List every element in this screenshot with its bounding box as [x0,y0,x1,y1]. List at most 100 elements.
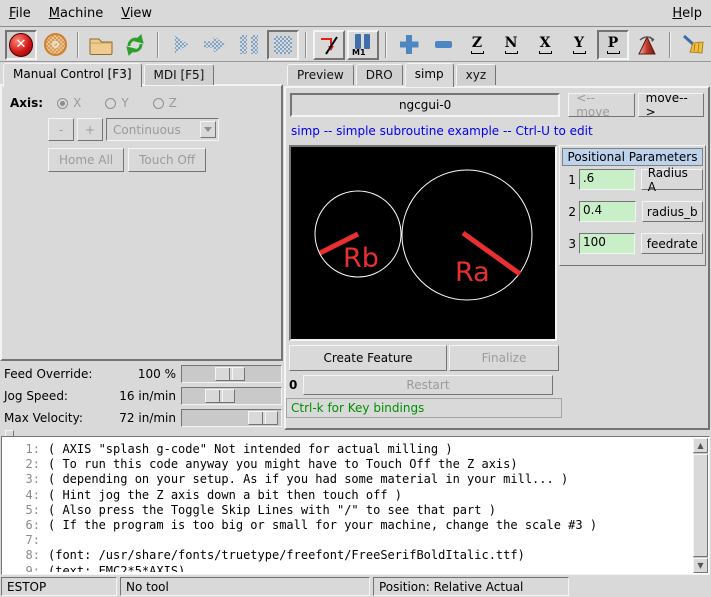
create-feature-button[interactable]: Create Feature [289,345,447,371]
tab-xyz[interactable]: xyz [456,64,497,85]
estop-button[interactable]: ✕ [5,30,37,60]
view-perspective-button[interactable]: P [597,30,629,60]
chevron-down-icon [200,121,216,138]
line-text: (text: EMC2*5*AXIS) [48,564,185,572]
slider-handle[interactable] [248,411,278,425]
gcode-line: 6:( If the program is too big or small f… [4,518,693,533]
jog-speed-label: Jog Speed: [4,389,68,403]
toolbar-separator [669,32,671,58]
status-tool: No tool [120,577,370,596]
label-rb: Rb [343,243,379,274]
run-button[interactable] [165,30,197,60]
preview-canvas[interactable]: Rb Ra [289,145,557,341]
jog-speed-slider[interactable] [181,387,282,405]
param-entry-feedrate[interactable]: 100 [579,233,635,254]
line-number: 2: [4,457,48,472]
param-row: 2 0.4 radius_b [562,201,703,222]
reload-icon [123,33,147,57]
rotate-cone-icon [635,33,659,57]
menu-view[interactable]: View [112,2,161,25]
menu-machine[interactable]: Machine [40,2,112,25]
jog-mode-value: Continuous [113,123,181,137]
positional-parameters: Positional Parameters 1 .6 Radius A 2 0.… [559,145,706,266]
axis-radio-y[interactable]: Y [105,96,128,110]
axis-radio-x[interactable]: X [57,96,81,110]
rotate-view-button[interactable] [631,30,663,60]
param-name-radius-b[interactable]: radius_b [642,201,703,222]
step-button[interactable] [199,30,231,60]
jog-plus-button[interactable]: + [77,118,103,141]
zoom-in-button[interactable] [393,30,425,60]
tab-mdi[interactable]: MDI [F5] [144,64,215,85]
toolbar-separator [305,32,307,58]
view-x-button[interactable]: X [529,30,561,60]
reload-button[interactable] [119,30,151,60]
param-name-radius-a[interactable]: Radius A [641,169,703,190]
param-entry-radius-b[interactable]: 0.4 [579,201,635,222]
skip-lines-icon [317,33,341,57]
menu-file[interactable]: File [0,2,40,25]
ngcgui-combo-row: ngcgui-0 <--move move--> [290,93,704,117]
status-position-mode: Position: Relative Actual [373,577,569,596]
vertical-scrollbar[interactable]: ▲ ▼ [693,438,708,573]
keybinding-hint: Ctrl-k for Key bindings [286,398,562,418]
scroll-down-icon[interactable]: ▼ [693,558,708,573]
ngcgui-panel: Preview DRO simp xyz ngcgui-0 <--move mo… [284,62,711,432]
move-right-button[interactable]: move--> [638,93,704,117]
toolbar-separator [157,32,159,58]
restart-row: 0 Restart [289,375,559,395]
axis-radio-z[interactable]: Z [153,96,177,110]
ngcgui-instance-select[interactable]: ngcgui-0 [290,93,560,117]
pause-button[interactable] [233,30,265,60]
gcode-line: 8:(font: /usr/share/fonts/truetype/freef… [4,548,693,563]
restart-count: 0 [289,378,303,392]
gcode-line: 7: [4,533,693,548]
menu-help[interactable]: Help [663,2,711,25]
axis-radio-x-label: X [73,96,81,110]
toolbar-separator [385,32,387,58]
machine-power-button[interactable] [39,30,71,60]
move-left-button[interactable]: <--move [568,93,634,117]
gcode-text-area[interactable]: 1:( AXIS "splash g-code" Not intended fo… [1,436,710,575]
slider-handle[interactable] [205,389,235,403]
broom-icon [681,33,705,57]
machine-power-icon [44,33,67,56]
view-y-button[interactable]: Y [563,30,595,60]
slider-handle[interactable] [215,367,245,381]
line-number: 7: [4,533,48,548]
touch-off-button[interactable]: Touch Off [128,148,206,172]
param-name-feedrate[interactable]: feedrate [641,233,703,254]
view-z2-button[interactable]: N [495,30,527,60]
jog-mode-select[interactable]: Continuous [106,118,219,141]
finalize-button[interactable]: Finalize [449,345,559,371]
scrollbar-thumb[interactable] [693,454,708,557]
tab-simp[interactable]: simp [405,63,454,87]
param-entry-radius-a[interactable]: .6 [579,169,635,190]
gcode-line: 4:( Hint jog the Z axis down a bit then … [4,488,693,503]
toggle-skip-lines-button[interactable] [313,30,345,60]
zoom-out-button[interactable] [427,30,459,60]
jog-minus-button[interactable]: - [48,118,74,141]
jog-row: - + Continuous [48,118,219,141]
scroll-up-icon[interactable]: ▲ [693,438,708,453]
stop-button[interactable] [267,30,299,60]
param-number: 1 [562,173,579,187]
view-z-icon: Z [471,36,484,54]
axis-radio-y-label: Y [121,96,128,110]
manual-control-panel: Manual Control [F3] MDI [F5] Axis: X Y Z… [0,62,284,432]
restart-button[interactable]: Restart [303,375,553,395]
tab-preview[interactable]: Preview [287,64,354,85]
line-number: 4: [4,488,48,503]
max-velocity-slider[interactable] [181,409,282,427]
open-file-button[interactable] [85,30,117,60]
gcode-line: 2:( To run this code anyway you might ha… [4,457,693,472]
tab-dro[interactable]: DRO [356,64,403,85]
tab-manual-control[interactable]: Manual Control [F3] [3,63,142,87]
feed-override-slider[interactable] [181,365,282,383]
toggle-optional-pause-button[interactable]: M1 [347,30,379,60]
home-all-button[interactable]: Home All [48,148,124,172]
subroutine-description: simp -- simple subroutine example -- Ctr… [291,124,593,138]
clear-plot-button[interactable] [677,30,709,60]
view-z-button[interactable]: Z [461,30,493,60]
param-number: 2 [562,205,579,219]
